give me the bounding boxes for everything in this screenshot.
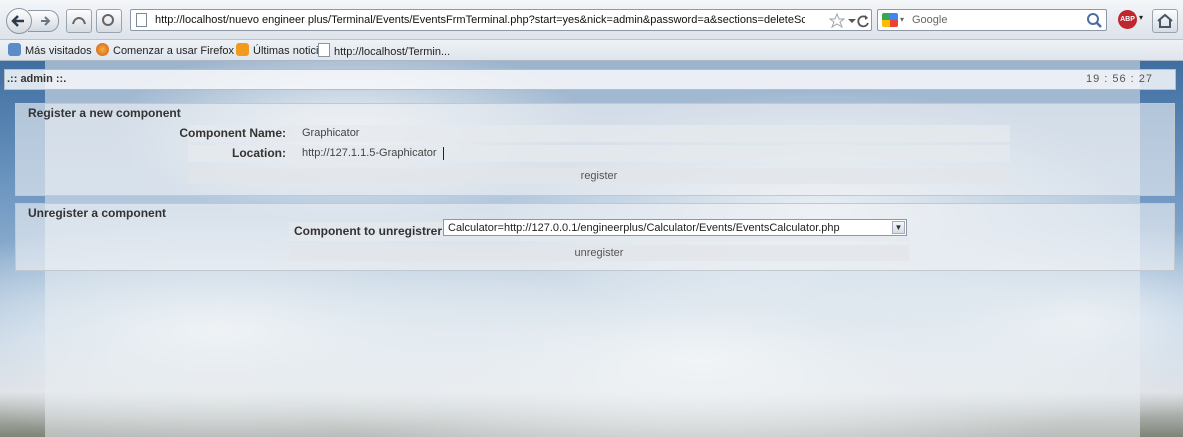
bookmark-label: Más visitados bbox=[25, 45, 92, 57]
component-to-unregister-label: Component to unregistrer bbox=[293, 224, 442, 238]
unregister-panel: Unregister a component Component to unre… bbox=[15, 203, 1175, 271]
location-input[interactable] bbox=[302, 147, 802, 159]
clock: 19 : 56 : 27 bbox=[1085, 73, 1153, 85]
register-panel: Register a new component Component Name:… bbox=[15, 103, 1175, 196]
search-bar[interactable]: ▾ Google bbox=[877, 9, 1107, 31]
google-icon bbox=[882, 13, 898, 27]
chevron-down-icon[interactable]: ▼ bbox=[892, 221, 905, 234]
address-bar[interactable]: http://localhost/nuevo engineer plus/Ter… bbox=[130, 9, 872, 31]
page-icon bbox=[318, 43, 330, 57]
unregister-title: Unregister a component bbox=[28, 206, 167, 220]
most-visited-icon bbox=[8, 43, 21, 56]
component-select-value: Calculator=http://127.0.0.1/engineerplus… bbox=[448, 222, 840, 234]
bookmark-firefox[interactable]: Comenzar a usar Firefox bbox=[96, 43, 234, 57]
page-content: .:: admin ::. 19 : 56 : 27 Register a ne… bbox=[0, 61, 1183, 437]
home-button[interactable] bbox=[1152, 9, 1178, 33]
adblock-icon: ABP bbox=[1118, 10, 1137, 29]
adblock-dropdown-icon: ▾ bbox=[1139, 13, 1144, 22]
adblock-button[interactable]: ABP ▾ bbox=[1116, 9, 1146, 31]
search-engine-label: Google bbox=[912, 14, 948, 26]
home-icon bbox=[1157, 13, 1173, 28]
bookmark-most-visited[interactable]: Más visitados bbox=[8, 43, 92, 57]
component-select[interactable]: Calculator=http://127.0.0.1/engineerplus… bbox=[443, 219, 907, 236]
back-arrow-icon bbox=[11, 15, 24, 27]
user-label: .:: admin ::. bbox=[7, 73, 67, 85]
search-engine-dropdown-icon[interactable]: ▾ bbox=[900, 15, 904, 24]
magnifier-icon bbox=[102, 14, 114, 26]
forward-button[interactable] bbox=[28, 10, 59, 32]
text-caret bbox=[443, 147, 444, 160]
privacy-icon bbox=[72, 17, 86, 25]
rss-icon bbox=[236, 43, 249, 56]
user-bar: .:: admin ::. 19 : 56 : 27 bbox=[4, 69, 1176, 90]
bookmark-label: Comenzar a usar Firefox bbox=[113, 45, 235, 57]
view-button[interactable] bbox=[96, 9, 122, 33]
firefox-icon bbox=[96, 43, 109, 56]
star-icon[interactable] bbox=[829, 13, 845, 29]
browser-toolbar: http://localhost/nuevo engineer plus/Ter… bbox=[0, 0, 1183, 40]
bookmark-label: http://localhost/Termin... bbox=[334, 46, 451, 58]
page-icon bbox=[136, 13, 147, 27]
component-name-input[interactable] bbox=[302, 127, 802, 139]
privacy-button[interactable] bbox=[66, 9, 92, 33]
register-button[interactable]: register bbox=[188, 168, 1010, 184]
unregister-button[interactable]: unregister bbox=[289, 245, 909, 261]
url-text: http://localhost/nuevo engineer plus/Ter… bbox=[155, 14, 805, 26]
location-label: Location: bbox=[232, 146, 286, 160]
bookmarks-toolbar: Más visitados Comenzar a usar Firefox Úl… bbox=[0, 40, 1183, 61]
forward-arrow-icon bbox=[41, 16, 51, 26]
register-title: Register a new component bbox=[28, 106, 181, 120]
reload-icon[interactable] bbox=[856, 13, 870, 29]
component-name-label: Component Name: bbox=[179, 126, 286, 140]
back-button[interactable] bbox=[6, 8, 32, 34]
bookmark-localhost[interactable]: http://localhost/Termin... bbox=[318, 43, 450, 58]
search-icon[interactable] bbox=[1086, 12, 1102, 28]
bookmark-news[interactable]: Últimas noticias bbox=[236, 43, 330, 57]
